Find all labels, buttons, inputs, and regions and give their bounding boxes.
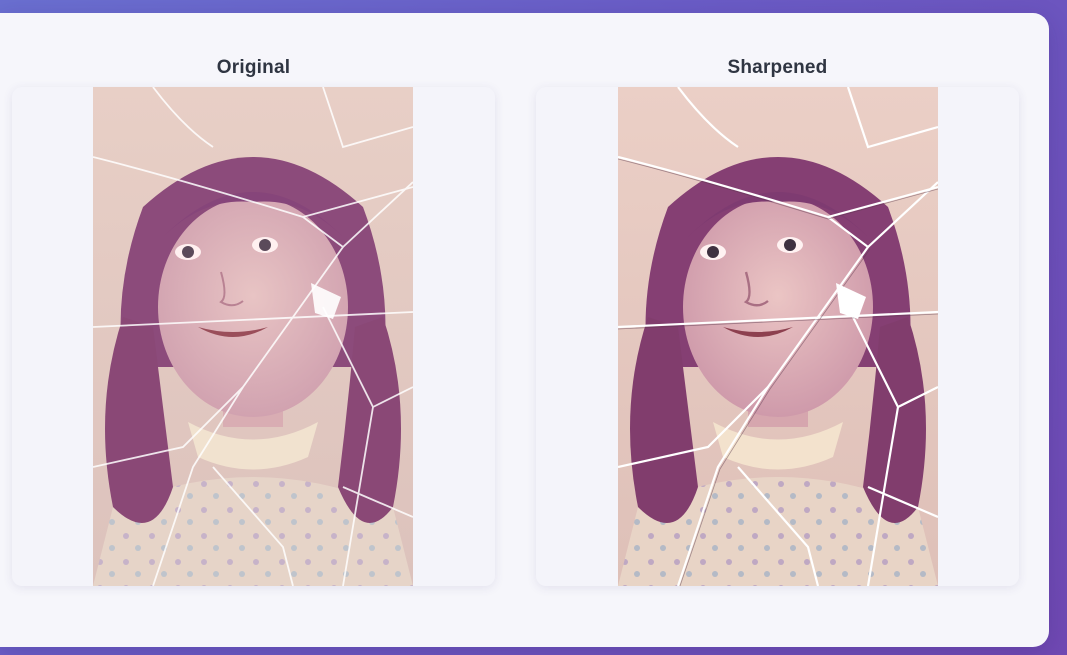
original-photo-graphic: [93, 87, 413, 586]
sharpened-photo-graphic: [618, 87, 938, 586]
sharpened-photo[interactable]: [618, 87, 938, 586]
original-image-panel: [12, 87, 495, 586]
sharpened-title: Sharpened: [727, 57, 828, 78]
original-photo[interactable]: [93, 87, 413, 586]
comparison-card: Original Sharpened: [0, 13, 1049, 647]
sharpened-image-panel: [536, 87, 1019, 586]
original-title: Original: [216, 57, 291, 78]
